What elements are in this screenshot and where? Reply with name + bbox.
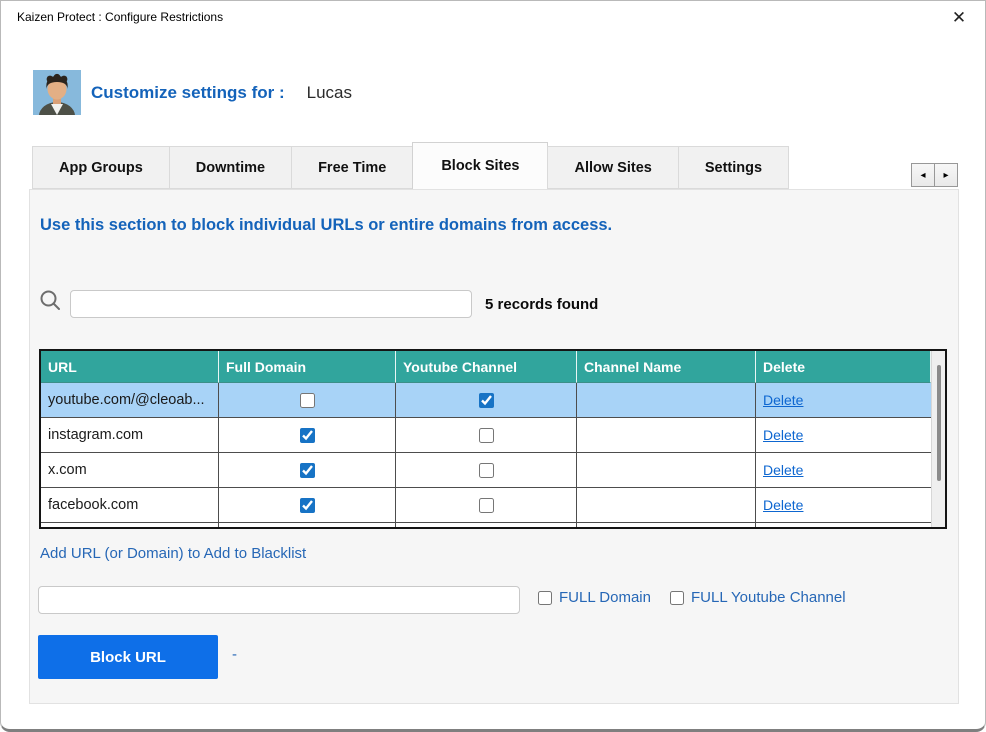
youtube-channel-row-checkbox[interactable] [479,428,494,443]
column-header-channel-name: Channel Name [577,351,756,383]
tab-downtime[interactable]: Downtime [169,146,292,189]
youtube-channel-row-checkbox[interactable] [479,463,494,478]
tab-settings[interactable]: Settings [678,146,789,189]
table-row: facebook.com Delete [41,488,931,523]
column-header-youtube-channel: Youtube Channel [396,351,577,383]
search-icon [38,288,62,312]
tab-allow-sites[interactable]: Allow Sites [547,146,678,189]
full-youtube-label: FULL Youtube Channel [691,589,846,606]
delete-link[interactable]: Delete [763,392,803,408]
add-url-input[interactable] [38,586,520,614]
records-found-label: 5 records found [485,296,598,313]
full-youtube-checkbox[interactable] [670,591,684,605]
block-url-button[interactable]: Block URL [38,635,218,679]
full-domain-option: FULL Domain [538,589,651,606]
channel-name-cell [577,488,756,523]
tab-scroll-right-icon[interactable]: ▸ [934,163,958,187]
delete-link[interactable]: Delete [763,462,803,478]
table-grid: URL Full Domain Youtube Channel Channel … [41,351,931,527]
delete-link[interactable]: Delete [763,427,803,443]
url-cell: x.com [41,453,219,488]
url-cell: instagram.com [41,418,219,453]
url-cell: youtube.com/@cleoab... [41,383,219,418]
user-avatar [33,70,81,115]
channel-name-cell [577,418,756,453]
user-header: Customize settings for : Lucas [33,70,352,115]
column-header-delete: Delete [756,351,931,383]
customize-settings-label: Customize settings for : [91,83,285,103]
block-sites-panel: Use this section to block individual URL… [29,189,959,704]
tab-app-groups[interactable]: App Groups [32,146,170,189]
table-row: instagram.com Delete [41,418,931,453]
url-cell: facebook.com [41,488,219,523]
channel-name-cell [577,453,756,488]
youtube-channel-row-checkbox[interactable] [479,393,494,408]
section-heading: Use this section to block individual URL… [40,216,612,235]
column-header-url: URL [41,351,219,383]
table-row: x.com Delete [41,453,931,488]
title-bar: Kaizen Protect : Configure Restrictions … [1,1,985,33]
full-domain-checkbox[interactable] [538,591,552,605]
dash-text: - [232,646,237,663]
table-scrollbar[interactable] [931,351,945,527]
tab-bar: App Groups Downtime Free Time Block Site… [32,142,789,189]
close-icon[interactable]: ✕ [947,6,971,30]
youtube-channel-row-checkbox[interactable] [479,498,494,513]
tab-free-time[interactable]: Free Time [291,146,413,189]
delete-link[interactable]: Delete [763,497,803,513]
full-youtube-option: FULL Youtube Channel [670,589,846,606]
full-domain-row-checkbox[interactable] [300,463,315,478]
tab-scroll-left-icon[interactable]: ◂ [911,163,935,187]
full-domain-label: FULL Domain [559,589,651,606]
column-header-full-domain: Full Domain [219,351,396,383]
user-name: Lucas [307,83,352,103]
channel-name-cell [577,383,756,418]
full-domain-row-checkbox[interactable] [300,393,315,408]
full-domain-row-checkbox[interactable] [300,428,315,443]
app-window: Kaizen Protect : Configure Restrictions … [0,0,986,732]
blocked-sites-table: URL Full Domain Youtube Channel Channel … [39,349,947,529]
search-input[interactable] [70,290,472,318]
table-scrollbar-thumb[interactable] [937,365,941,481]
full-domain-row-checkbox[interactable] [300,498,315,513]
add-url-label: Add URL (or Domain) to Add to Blacklist [40,545,306,562]
table-row-partial [41,523,931,527]
tab-block-sites[interactable]: Block Sites [412,142,548,189]
table-row: youtube.com/@cleoab... Delete [41,383,931,418]
table-header-row: URL Full Domain Youtube Channel Channel … [41,351,931,383]
window-title: Kaizen Protect : Configure Restrictions [17,10,223,24]
tab-scroll-buttons: ◂ ▸ [912,163,958,187]
